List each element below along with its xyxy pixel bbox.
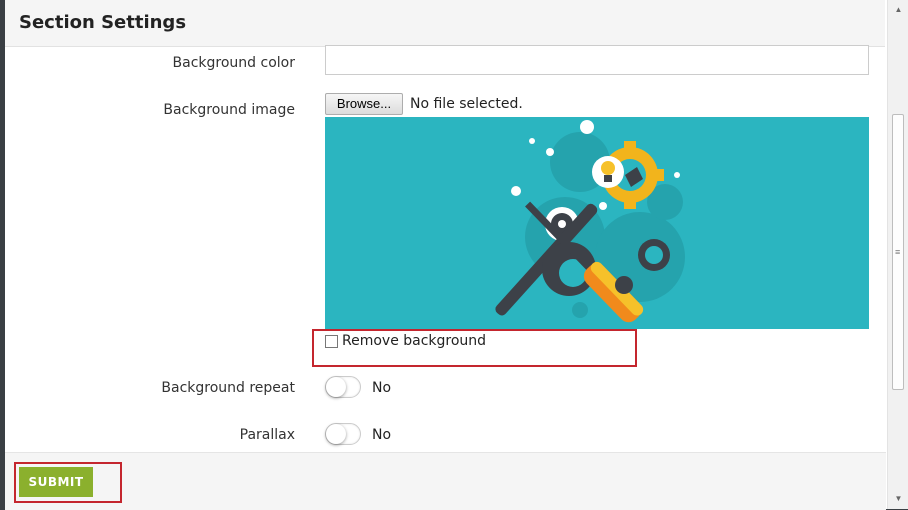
background-repeat-value: No [372, 380, 392, 396]
browse-button[interactable]: Browse... [325, 93, 403, 115]
background-image-preview [325, 117, 869, 329]
modal-footer: SUBMIT [5, 452, 886, 510]
scroll-up-arrow-icon[interactable]: ▲ [888, 2, 908, 18]
scroll-thumb[interactable]: ≡ [892, 114, 904, 390]
modal-title: Section Settings [19, 12, 187, 33]
background-image-label: Background image [163, 102, 295, 118]
modal-header: Section Settings [5, 0, 885, 47]
toggle-knob [326, 424, 346, 444]
parallax-toggle[interactable] [325, 423, 361, 445]
submit-highlight [14, 462, 122, 503]
parallax-label: Parallax [239, 427, 295, 443]
vertical-scrollbar[interactable]: ▲ ≡ ▼ [887, 0, 908, 509]
background-repeat-toggle[interactable] [325, 376, 361, 398]
scroll-grip-icon: ≡ [895, 247, 901, 257]
toggle-knob [326, 377, 346, 397]
section-settings-modal: Section Settings Background color Backgr… [5, 0, 908, 510]
scroll-down-arrow-icon[interactable]: ▼ [888, 491, 908, 507]
file-status-text: No file selected. [410, 96, 523, 112]
background-color-input[interactable] [325, 45, 869, 75]
tools-illustration-icon [495, 120, 685, 323]
background-color-label: Background color [172, 55, 295, 71]
parallax-value: No [372, 427, 392, 443]
background-repeat-label: Background repeat [161, 380, 295, 396]
remove-background-highlight [312, 329, 637, 367]
